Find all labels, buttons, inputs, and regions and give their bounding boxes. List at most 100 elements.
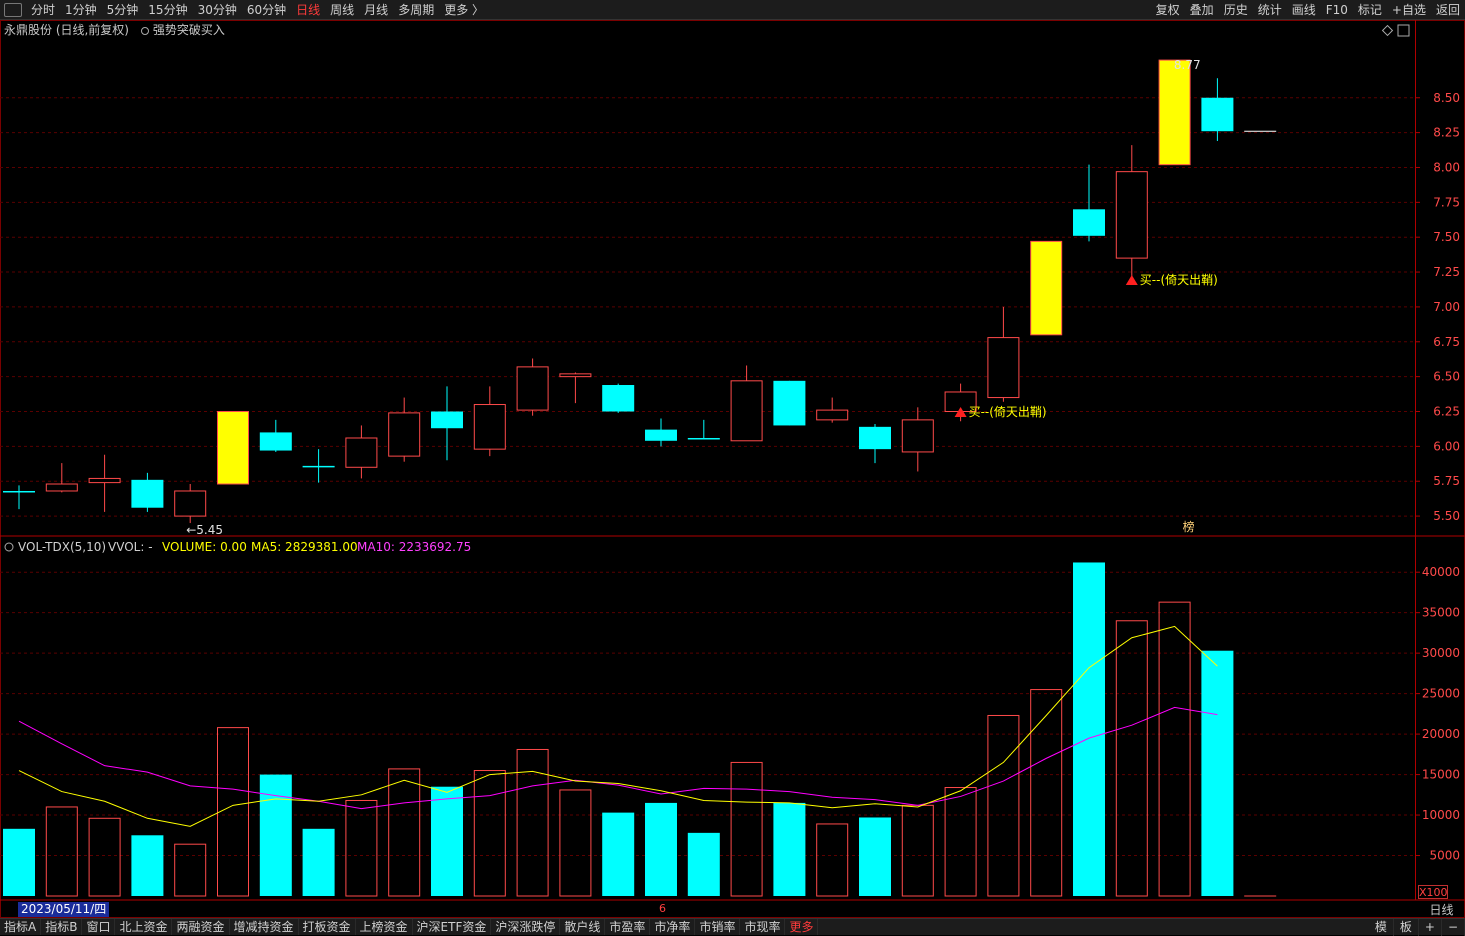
price-high-label: 8.77 bbox=[1174, 58, 1201, 72]
indicator-tab-14[interactable]: 市现率 bbox=[740, 919, 786, 935]
indicator-tab-3[interactable]: 北上资金 bbox=[115, 919, 173, 935]
price-tick-label: 7.75 bbox=[1433, 195, 1460, 209]
toolbar-button-8[interactable]: 返回 bbox=[1431, 0, 1465, 20]
candle-body-up bbox=[816, 409, 849, 421]
crosshair-date: 2023/05/11/四 bbox=[18, 902, 110, 917]
chart-window-icon bbox=[1397, 24, 1410, 37]
indicator-tab-1[interactable]: 指标B bbox=[41, 919, 83, 935]
price-low-label: ←5.45 bbox=[186, 523, 223, 537]
price-tick-label: 6.25 bbox=[1433, 405, 1460, 419]
toolbar-button-0[interactable]: 复权 bbox=[1151, 0, 1185, 20]
indicator-tab-15[interactable]: 更多 bbox=[785, 919, 819, 935]
volume-bar-down bbox=[773, 802, 806, 896]
price-tick-label: 6.75 bbox=[1433, 335, 1460, 349]
toolbar-button-2[interactable]: 历史 bbox=[1219, 0, 1253, 20]
candle-body-up bbox=[45, 483, 78, 492]
volume-bar-up bbox=[217, 727, 249, 897]
candle-body-up bbox=[730, 380, 763, 442]
volume-bar-down bbox=[645, 802, 677, 896]
toolbar-button-3[interactable]: 统计 bbox=[1253, 0, 1287, 20]
price-tick-label: 8.50 bbox=[1433, 91, 1460, 105]
volume-bar-up bbox=[944, 787, 977, 897]
volume-ma5-value: MA5: 2829381.00 bbox=[251, 540, 358, 554]
volume-bar-up bbox=[559, 789, 592, 897]
candle-body-down bbox=[773, 380, 806, 426]
volume-tick-label: 30000 bbox=[1422, 646, 1460, 660]
price-tick-label: 7.00 bbox=[1433, 300, 1460, 314]
candle-body-down bbox=[259, 432, 292, 451]
period-tab-10[interactable]: 更多 〉 bbox=[439, 0, 489, 20]
bottom-button-3[interactable]: − bbox=[1442, 919, 1465, 936]
toolbar-button-1[interactable]: 叠加 bbox=[1185, 0, 1219, 20]
volume-bar-down bbox=[259, 774, 292, 896]
price-tick-label: 7.50 bbox=[1433, 230, 1460, 244]
toolbar-button-4[interactable]: 画线 bbox=[1287, 0, 1321, 20]
period-tab-1[interactable]: 1分钟 bbox=[60, 0, 102, 20]
bottom-button-2[interactable]: + bbox=[1419, 919, 1442, 936]
indicator-tab-9[interactable]: 沪深涨跌停 bbox=[491, 919, 561, 935]
period-tab-0[interactable]: 分时 bbox=[26, 0, 60, 20]
candle-body-up bbox=[473, 404, 506, 450]
candle-body-up bbox=[1115, 171, 1148, 259]
indicator-tab-12[interactable]: 市净率 bbox=[650, 919, 696, 935]
toolbar-button-7[interactable]: +自选 bbox=[1387, 0, 1431, 20]
candle-body-down bbox=[1073, 209, 1105, 236]
candle-body-down bbox=[602, 385, 635, 412]
candle-body-limit-up bbox=[1030, 240, 1063, 336]
volume-indicator-dot-icon bbox=[4, 542, 14, 552]
indicator-tab-0[interactable]: 指标A bbox=[0, 919, 42, 935]
volume-bar-up bbox=[388, 768, 421, 897]
buy-signal-label: 买--(倚天出鞘) bbox=[969, 405, 1047, 419]
indicator-tab-5[interactable]: 增减持资金 bbox=[230, 919, 299, 935]
volume-indicator-name: VOL-TDX(5,10) bbox=[18, 540, 106, 554]
volume-tick-label: 25000 bbox=[1422, 687, 1460, 701]
period-tab-3[interactable]: 15分钟 bbox=[143, 0, 192, 20]
volume-bar-up bbox=[1158, 601, 1191, 897]
indicator-tab-6[interactable]: 打板资金 bbox=[299, 919, 356, 935]
ma10-line bbox=[18, 706, 1218, 810]
volume-bar-down bbox=[431, 786, 463, 896]
candle-body-up bbox=[88, 477, 121, 484]
volume-bar-down bbox=[859, 817, 891, 896]
month-marker: 6 bbox=[659, 902, 666, 915]
volume-tick-label: 20000 bbox=[1422, 727, 1460, 741]
indicator-tab-7[interactable]: 上榜资金 bbox=[356, 919, 413, 935]
candle-body-down bbox=[645, 429, 677, 441]
volume-vvol: VVOL: - bbox=[108, 540, 153, 554]
volume-bar-up bbox=[901, 804, 934, 897]
candle-body-down bbox=[859, 426, 891, 450]
candle-body-down bbox=[3, 490, 35, 493]
period-tab-7[interactable]: 周线 bbox=[325, 0, 359, 20]
period-tab-2[interactable]: 5分钟 bbox=[102, 0, 144, 20]
period-label[interactable]: 日线 bbox=[1418, 902, 1465, 918]
volume-tick-label: 10000 bbox=[1422, 808, 1460, 822]
indicator-tab-8[interactable]: 沪深ETF资金 bbox=[413, 919, 492, 935]
bottom-button-1[interactable]: 板 bbox=[1394, 919, 1419, 936]
period-tabs: 分时 1分钟 5分钟 15分钟 30分钟 60分钟 日线 周线 月线 多周期 更多 〉 bbox=[26, 0, 489, 20]
buy-signal-label: 买--(倚天出鞘) bbox=[1140, 273, 1218, 287]
bottom-button-0[interactable]: 模 bbox=[1369, 919, 1394, 936]
indicator-tab-11[interactable]: 市盈率 bbox=[605, 919, 651, 935]
indicator-tab-2[interactable]: 窗口 bbox=[82, 919, 116, 935]
period-tab-9[interactable]: 多周期 bbox=[393, 0, 439, 20]
candle-body-up bbox=[559, 373, 592, 378]
period-tab-4[interactable]: 30分钟 bbox=[193, 0, 242, 20]
volume-bar-down bbox=[131, 835, 164, 896]
indicator-tab-4[interactable]: 两融资金 bbox=[172, 919, 230, 935]
candle-body-down bbox=[431, 411, 463, 429]
period-tab-6[interactable]: 日线 bbox=[291, 0, 325, 20]
volume-bar-down bbox=[3, 828, 35, 896]
volume-bar-up bbox=[1115, 620, 1148, 897]
toolbar-button-5[interactable]: F10 bbox=[1321, 0, 1353, 20]
candle-body-limit-up bbox=[1158, 59, 1191, 166]
chart-setting-icon bbox=[1381, 24, 1394, 37]
kline-chart[interactable]: 8.50 8.25 8.00 7.75 7.50 7.25 7.00 6.75 6.50 6.25… bbox=[0, 20, 1465, 918]
candle-body-up bbox=[345, 437, 378, 468]
indicator-tab-13[interactable]: 市销率 bbox=[695, 919, 741, 935]
price-tick-label: 7.25 bbox=[1433, 265, 1460, 279]
period-tab-5[interactable]: 60分钟 bbox=[242, 0, 291, 20]
toolbar-button-6[interactable]: 标记 bbox=[1353, 0, 1387, 20]
indicator-tab-10[interactable]: 散户线 bbox=[560, 919, 606, 935]
period-tab-8[interactable]: 月线 bbox=[359, 0, 393, 20]
bottom-right-buttons: 模板 + − bbox=[1369, 919, 1465, 936]
